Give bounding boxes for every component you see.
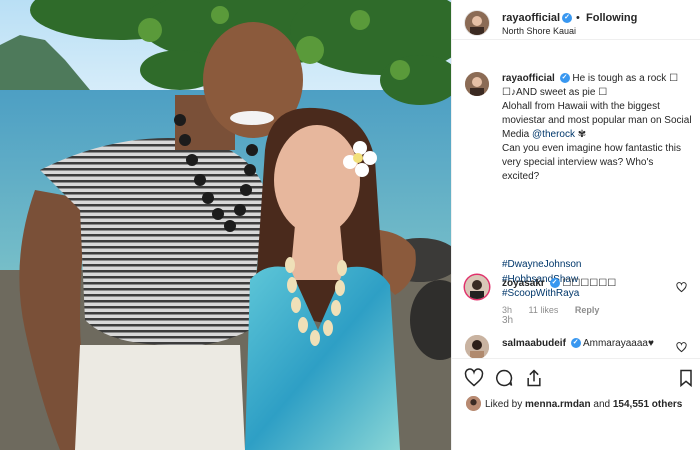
likes-count[interactable]: 154,551 others: [613, 399, 683, 410]
caption-author-avatar[interactable]: [465, 72, 489, 96]
comment-username[interactable]: salmaabudeif: [502, 338, 566, 349]
author-avatar[interactable]: [465, 11, 489, 35]
liker-avatar[interactable]: [466, 396, 481, 411]
verified-badge-icon: ✓: [562, 13, 573, 24]
post-timestamp: 3h: [502, 315, 514, 326]
comment-meta: 3h 11 likes Reply: [502, 305, 613, 315]
photo-illustration: [0, 0, 451, 450]
caption-line-2: AND sweet as pie: [515, 87, 596, 98]
verified-badge-icon: ✓: [549, 278, 560, 289]
comment-likes[interactable]: 11 likes: [529, 305, 559, 315]
likes-middle: and: [593, 399, 611, 410]
commenter-avatar[interactable]: [465, 275, 489, 299]
hashtag-link[interactable]: #DwayneJohnson: [502, 258, 582, 273]
comment-text: ☐☐☐☐☐☐: [562, 278, 617, 289]
likes-text: Liked by menna.rmdan and 154,551 others: [485, 399, 682, 410]
author-username-text[interactable]: rayaofficial: [502, 12, 560, 24]
comment-body: zoyasakr ✓ ☐☐☐☐☐☐: [502, 278, 616, 289]
emoji-placeholder: ☐: [598, 87, 608, 98]
bookmark-icon[interactable]: [676, 368, 696, 388]
heart-icon[interactable]: [464, 368, 484, 388]
comment-heart-icon[interactable]: [676, 282, 687, 293]
caption-line-3: Alohall from Hawaii with the biggest mov…: [502, 101, 692, 140]
caption-line-1: He is tough as a rock: [572, 73, 667, 84]
likes-prefix: Liked by: [485, 399, 523, 410]
comment-time: 3h: [502, 305, 513, 315]
location-link[interactable]: North Shore Kauai: [502, 26, 576, 36]
post-caption: rayaofficial ✓ He is tough as a rock ☐ ☐…: [502, 72, 692, 184]
emoji-placeholder: ☐: [669, 73, 679, 84]
caption-line-4: Can you even imagine how fantastic this …: [502, 143, 681, 182]
post-side-panel: rayaofficial ✓ • Following North Shore Ka…: [451, 0, 700, 450]
hashtag-link[interactable]: #ScoopWithRaya: [502, 287, 582, 302]
comment-text: Ammarayaaaa♥: [582, 338, 654, 349]
instagram-post: rayaofficial ✓ • Following North Shore Ka…: [0, 0, 700, 450]
comment-heart-icon[interactable]: [676, 342, 687, 353]
commenter-avatar[interactable]: [465, 335, 489, 359]
comment-body: salmaabudeif ✓ Ammarayaaaa♥: [502, 338, 654, 349]
author-username[interactable]: rayaofficial ✓: [502, 12, 573, 24]
caption-username[interactable]: rayaofficial: [502, 73, 555, 84]
reply-button[interactable]: Reply: [575, 305, 600, 315]
share-icon[interactable]: [524, 368, 544, 388]
verified-badge-icon: ✓: [559, 73, 570, 84]
post-photo[interactable]: [0, 0, 451, 450]
mention-link[interactable]: @therock: [532, 129, 575, 140]
post-header: rayaofficial ✓ • Following North Shore Ka…: [452, 0, 700, 40]
emoji-placeholder: ✾: [577, 129, 587, 140]
emoji-placeholder: ☐♪: [502, 87, 516, 98]
following-button[interactable]: Following: [586, 12, 637, 24]
liker-username[interactable]: menna.rmdan: [525, 399, 591, 410]
comment-username[interactable]: zoyasakr: [502, 278, 545, 289]
comment-icon[interactable]: [494, 368, 514, 388]
likes-summary: Liked by menna.rmdan and 154,551 others: [452, 392, 700, 416]
verified-badge-icon: ✓: [570, 338, 581, 349]
header-separator: •: [576, 12, 580, 24]
